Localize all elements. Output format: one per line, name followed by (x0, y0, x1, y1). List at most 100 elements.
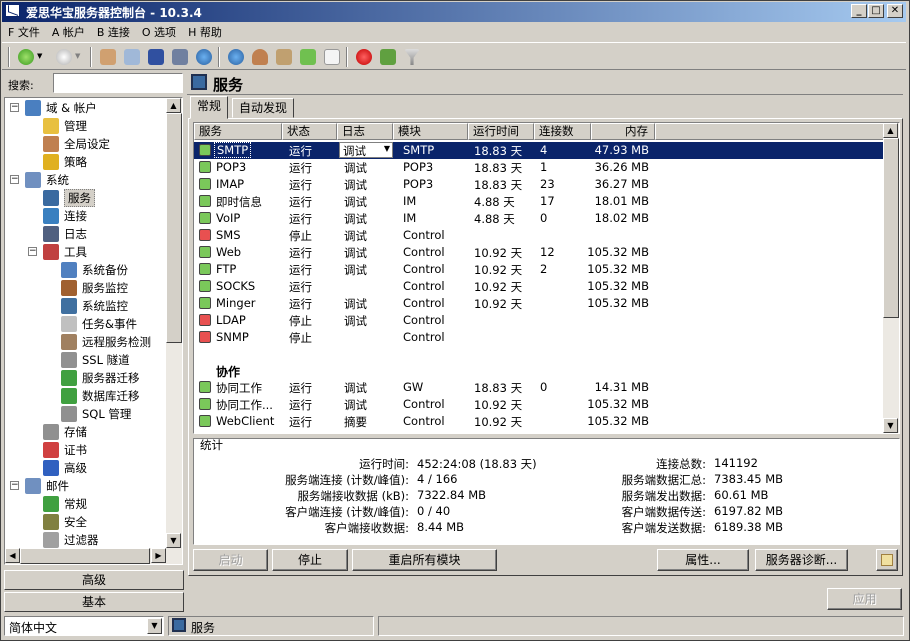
tree-item[interactable]: 常规 (43, 495, 87, 513)
user-icon[interactable] (252, 49, 268, 65)
service-row[interactable]: WebClient 运行 摘要 Control 10.92 天 105.32 MB (194, 413, 884, 430)
tree-item[interactable]: 高级 (43, 459, 87, 477)
language-select[interactable]: 简体中文 ▼ (4, 616, 164, 636)
tree-scroll-thumb[interactable] (166, 113, 182, 343)
tree-item[interactable]: 过滤器 (43, 531, 99, 549)
menu-file[interactable]: F 文件 (2, 24, 46, 40)
tree-item[interactable]: 邮件 (25, 477, 69, 495)
tree-item[interactable]: 系统备份 (61, 261, 128, 279)
tree-item[interactable]: 服务 (43, 189, 95, 207)
service-row[interactable]: IMAP 运行 调试 POP3 18.83 天 23 36.27 MB (194, 176, 884, 193)
menu-options[interactable]: O 选项 (136, 24, 182, 40)
service-row[interactable]: SNMP 停止 Control (194, 329, 884, 346)
column-header-module[interactable]: 模块 (393, 123, 468, 140)
connect-icon[interactable] (18, 49, 34, 65)
minimize-button[interactable]: _ (851, 4, 867, 18)
tree-item[interactable]: 证书 (43, 441, 87, 459)
tree-item[interactable]: 服务监控 (61, 279, 128, 297)
menu-account[interactable]: A 帐户 (46, 24, 91, 40)
column-header-service[interactable]: 服务 (194, 123, 282, 140)
properties-button[interactable]: 属性... (657, 549, 749, 571)
tree-item[interactable]: 连接 (43, 207, 87, 225)
tree-item[interactable]: 策略 (43, 153, 87, 171)
server-icon[interactable] (172, 49, 188, 65)
menu-help[interactable]: H 帮助 (182, 24, 228, 40)
tree-item[interactable]: 工具 (43, 243, 87, 261)
tree-item[interactable]: 系统监控 (61, 297, 128, 315)
copy-icon[interactable] (124, 49, 140, 65)
maximize-button[interactable]: □ (868, 4, 884, 18)
tree-item[interactable]: 管理 (43, 117, 87, 135)
tree-item[interactable]: 安全 (43, 513, 87, 531)
services-scroll-down-button[interactable]: ▼ (883, 418, 898, 433)
tree-item[interactable]: 数据库迁移 (61, 387, 140, 405)
service-row[interactable]: Web 运行 调试 Control 10.92 天 12 105.32 MB (194, 244, 884, 261)
tree-item[interactable]: 全局设定 (43, 135, 110, 153)
services-scroll-up-button[interactable]: ▲ (883, 123, 898, 138)
tree-item[interactable]: 存储 (43, 423, 87, 441)
tree-item[interactable]: SSL 隧道 (61, 351, 130, 369)
restart-all-modules-button[interactable]: 重启所有模块 (352, 549, 497, 571)
delete-icon[interactable] (356, 49, 372, 65)
server-diagnostics-button[interactable]: 服务器诊断... (755, 549, 848, 571)
tree-hscroll-thumb[interactable] (20, 548, 150, 564)
globe-icon[interactable] (196, 49, 212, 65)
forward-icon[interactable] (300, 49, 316, 65)
service-row[interactable]: 协同工作 运行 调试 GW 18.83 天 0 14.31 MB (194, 379, 884, 396)
tree-item[interactable]: 系统 (25, 171, 69, 189)
tree-expander[interactable]: − (28, 247, 37, 256)
dropdown-arrow-icon[interactable]: ▼ (384, 144, 390, 153)
tree-vertical-scrollbar[interactable]: ▲ ▼ (166, 98, 182, 564)
stop-button[interactable]: 停止 (272, 549, 348, 571)
tree-scroll-up-button[interactable]: ▲ (166, 98, 181, 113)
search-input[interactable] (53, 73, 183, 93)
tab-autodiscovery[interactable]: 自动发现 (232, 98, 295, 118)
service-row[interactable]: 协同工作... 运行 调试 Control 10.92 天 105.32 MB (194, 396, 884, 413)
service-row[interactable]: VoIP 运行 调试 IM 4.88 天 0 18.02 MB (194, 210, 884, 227)
users-icon[interactable] (100, 49, 116, 65)
tree-horizontal-scrollbar[interactable]: ◀ ▶ (5, 548, 166, 564)
help-icon-button[interactable] (876, 549, 898, 571)
move-icon[interactable] (380, 49, 396, 65)
close-button[interactable]: ✕ (887, 4, 903, 18)
column-header-log[interactable]: 日志 (337, 123, 393, 140)
group-icon[interactable] (276, 49, 292, 65)
start-button[interactable]: 启动 (193, 549, 268, 571)
domain-icon[interactable] (228, 49, 244, 65)
column-header-memory[interactable]: 内存 (591, 123, 655, 140)
apply-button[interactable]: 应用 (827, 588, 902, 610)
language-dropdown-icon[interactable]: ▼ (147, 618, 162, 634)
service-row[interactable]: SMTP 运行 SMTP 18.83 天 4 调试 ▼ 47.93 MB (194, 142, 884, 159)
tree-expander[interactable]: − (10, 103, 19, 112)
log-level-dropdown[interactable]: 调试 ▼ (339, 142, 393, 158)
service-row[interactable]: LDAP 停止 调试 Control (194, 312, 884, 329)
tree-item[interactable]: 远程服务检测 (61, 333, 151, 351)
service-row[interactable]: SMS 停止 调试 Control (194, 227, 884, 244)
tab-general[interactable]: 常规 (190, 96, 229, 119)
column-header-connections[interactable]: 连接数 (534, 123, 591, 140)
connect-dropdown-icon[interactable]: ▼ (37, 52, 42, 60)
service-row[interactable]: Minger 运行 调试 Control 10.92 天 105.32 MB (194, 295, 884, 312)
services-scroll-thumb[interactable] (883, 138, 899, 318)
service-row[interactable]: FTP 运行 调试 Control 10.92 天 2 105.32 MB (194, 261, 884, 278)
advanced-nav-button[interactable]: 高级 (4, 570, 184, 590)
services-vertical-scrollbar[interactable]: ▲ ▼ (883, 123, 899, 433)
tree-item[interactable]: SQL 管理 (61, 405, 131, 423)
tree-scroll-left-button[interactable]: ◀ (5, 548, 20, 563)
tree-item[interactable]: 域 & 帐户 (25, 99, 97, 117)
tree-expander[interactable]: − (10, 175, 19, 184)
column-header-status[interactable]: 状态 (282, 123, 337, 140)
service-row[interactable]: SOCKS 运行 Control 10.92 天 105.32 MB (194, 278, 884, 295)
service-row[interactable]: 即时信息 运行 调试 IM 4.88 天 17 18.01 MB (194, 193, 884, 210)
tree-item[interactable]: 任务&事件 (61, 315, 137, 333)
disconnect-dropdown-icon[interactable]: ▼ (75, 52, 80, 60)
tree-item[interactable]: 服务器迁移 (61, 369, 140, 387)
basic-nav-button[interactable]: 基本 (4, 592, 184, 612)
tree-scroll-down-button[interactable]: ▼ (166, 533, 181, 548)
service-row[interactable]: POP3 运行 调试 POP3 18.83 天 1 36.26 MB (194, 159, 884, 176)
window-icon[interactable] (148, 49, 164, 65)
tree-item[interactable]: 日志 (43, 225, 87, 243)
disconnect-icon[interactable] (56, 49, 72, 65)
column-header-uptime[interactable]: 运行时间 (468, 123, 534, 140)
menu-connection[interactable]: B 连接 (91, 24, 136, 40)
